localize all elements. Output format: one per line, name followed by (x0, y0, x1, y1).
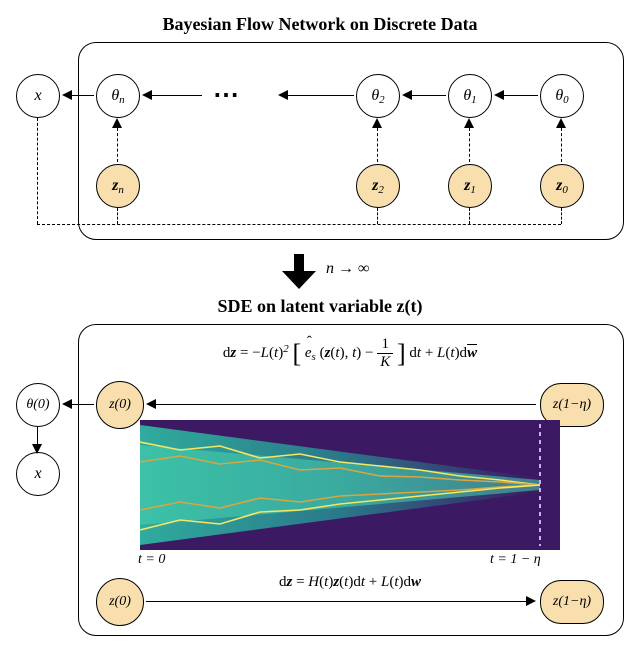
sym: θ (555, 87, 563, 104)
sub: 1 (470, 184, 476, 196)
label-x: x (34, 87, 41, 105)
bus-dash-line (469, 208, 470, 224)
chart-sde-trajectories (140, 420, 560, 550)
sup: 2 (283, 343, 289, 355)
limit-label: n → ∞ (326, 260, 369, 278)
node-z-1: z1 (448, 164, 492, 208)
arrow-line (152, 95, 202, 96)
arrowhead-icon (142, 90, 152, 100)
sym: θ (111, 87, 119, 104)
sub: s (312, 351, 316, 363)
bus-dash-line (377, 208, 378, 224)
node-z1eta-bottom: z(1−η) (540, 580, 604, 624)
arrow-dash-line (117, 128, 118, 162)
title-top: Bayesian Flow Network on Discrete Data (0, 14, 640, 35)
node-x-top: x (16, 74, 60, 118)
frac-den: K (380, 354, 390, 370)
figure-root: Bayesian Flow Network on Discrete Data x… (0, 0, 640, 651)
arrowhead-icon (32, 444, 42, 454)
node-theta-2: θ2 (356, 74, 400, 118)
node-z-0: z0 (540, 164, 584, 208)
arrow-dash-line (561, 128, 562, 162)
label-t1: t = 1 − η (490, 552, 541, 568)
sym: θ (463, 87, 471, 104)
arrowhead-icon (494, 90, 504, 100)
label-t0: t = 0 (138, 552, 165, 568)
arrow-line (72, 404, 94, 405)
label: z(0) (109, 594, 131, 610)
sym: θ (371, 87, 379, 104)
arrowhead-icon (112, 118, 122, 128)
node-theta-0: θ0 (540, 74, 584, 118)
bus-dash-line (561, 208, 562, 224)
arrowhead-icon (372, 118, 382, 128)
arrowhead-icon (278, 90, 288, 100)
arrowhead-icon (62, 399, 72, 409)
node-theta0: θ(0) (16, 383, 60, 427)
arrow-line (412, 95, 446, 96)
title-bottom: SDE on latent variable z(t) (0, 296, 640, 317)
arrowhead-icon (62, 90, 72, 100)
label: z(0) (109, 397, 131, 413)
eqn-reverse-sde: dz = −L(t)2 [ es (z(t), t) − 1 K ] dt + … (160, 336, 540, 371)
node-z0-bottom: z(0) (96, 578, 144, 626)
arrow-line (288, 95, 354, 96)
bracket-r-icon: ] (397, 339, 406, 368)
eqn-forward-sde: dz = H(t)z(t)dt + L(t)dw (160, 574, 540, 591)
sub: 0 (563, 94, 569, 106)
node-z-2: z2 (356, 164, 400, 208)
panel-bfn (78, 42, 624, 240)
node-theta-1: θ1 (448, 74, 492, 118)
node-x-bottom: x (16, 452, 60, 496)
sub: 2 (378, 184, 384, 196)
bus-dash-line (37, 224, 561, 225)
arrow-line (504, 95, 538, 96)
node-theta-n: θn (96, 74, 140, 118)
sub: 2 (379, 94, 385, 106)
node-z0-top: z(0) (96, 381, 144, 429)
arrow-dash-line (377, 128, 378, 162)
sub: 0 (562, 184, 568, 196)
frac-num: 1 (377, 336, 393, 354)
node-z-n: zn (96, 164, 140, 208)
bus-dash-line (117, 208, 118, 224)
bracket-l-icon: [ (292, 339, 301, 368)
bus-dash-line (37, 118, 38, 224)
arrow-down-icon (282, 254, 316, 288)
label: z(1−η) (553, 594, 591, 610)
arrowhead-icon (526, 596, 536, 606)
arrow-line (146, 601, 526, 602)
arrowhead-icon (402, 90, 412, 100)
sub: n (118, 184, 124, 196)
arrowhead-icon (556, 118, 566, 128)
ellipsis-theta: ⋯ (213, 80, 243, 110)
arrow-dash-line (469, 128, 470, 162)
sub: n (119, 94, 125, 106)
label: z(1−η) (553, 397, 591, 413)
sub: 1 (471, 94, 477, 106)
arrowhead-icon (464, 118, 474, 128)
arrow-line (156, 404, 536, 405)
label: x (34, 465, 41, 483)
label: θ(0) (26, 397, 49, 413)
arrow-line (72, 95, 94, 96)
arrowhead-icon (146, 399, 156, 409)
